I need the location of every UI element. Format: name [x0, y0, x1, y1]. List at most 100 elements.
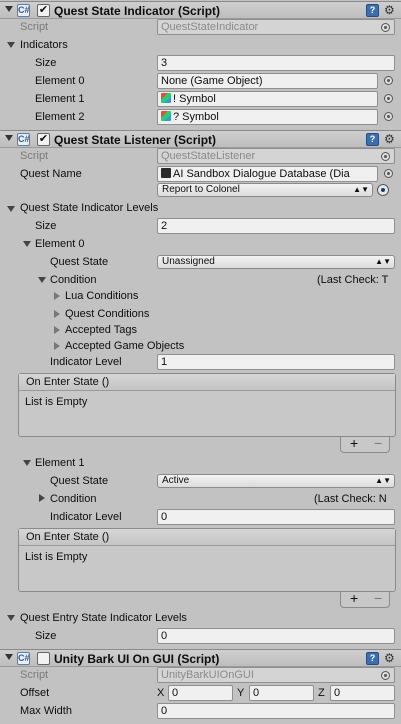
script-value: UnityBarkUIOnGUI — [161, 669, 254, 681]
component-enabled-checkbox[interactable] — [37, 652, 50, 665]
element-1-field[interactable]: ! Symbol — [157, 91, 378, 107]
entry-size-input[interactable]: 0 — [157, 628, 395, 644]
indicators-label: Indicators — [20, 39, 68, 51]
object-picker-icon[interactable] — [381, 152, 390, 161]
script-field[interactable]: QuestStateIndicator — [157, 19, 395, 35]
quest-name-dropdown[interactable]: Report to Colonel ▲▼ — [157, 183, 373, 197]
indicator-level-label: Indicator Level — [50, 511, 122, 523]
fold-down-icon[interactable] — [7, 615, 15, 621]
fold-right-icon[interactable] — [54, 310, 60, 318]
event-empty-text: List is Empty — [25, 551, 88, 563]
offset-y-input[interactable]: 0 — [249, 685, 314, 701]
object-picker-icon[interactable] — [381, 671, 390, 680]
last-check-text: (Last Check: T — [317, 274, 389, 286]
event-list-footer: + − — [340, 435, 390, 453]
quest-state-dropdown[interactable]: Unassigned ▲▼ — [157, 255, 395, 269]
script-icon: C# — [17, 652, 30, 665]
offset-z-label: Z — [318, 687, 325, 699]
quest-conditions-label[interactable]: Quest Conditions — [65, 306, 149, 322]
help-icon[interactable]: ? — [366, 652, 379, 665]
component-title: Unity Bark UI On GUI (Script) — [54, 652, 220, 666]
event-title: On Enter State () — [19, 529, 395, 546]
fold-down-icon[interactable] — [7, 42, 15, 48]
quest-state-label: Quest State — [50, 256, 109, 268]
offset-x-input[interactable]: 0 — [168, 685, 233, 701]
script-label: Script — [20, 150, 49, 162]
offset-z-input[interactable]: 0 — [330, 685, 395, 701]
add-icon[interactable]: + — [350, 590, 358, 606]
indicator-level-input[interactable]: 1 — [157, 354, 395, 370]
element-2-field[interactable]: ? Symbol — [157, 109, 378, 125]
quest-database-value: AI Sandbox Dialogue Database (Dia — [173, 168, 350, 180]
element-1-label: Element 1 — [35, 93, 85, 105]
remove-icon[interactable]: − — [374, 590, 382, 606]
accepted-game-objects-label[interactable]: Accepted Game Objects — [65, 338, 184, 354]
component-header-quest-state-listener[interactable]: C# ✔ Quest State Listener (Script) ? ⚙ — [0, 130, 401, 148]
script-value: QuestStateIndicator — [161, 21, 259, 33]
fold-right-icon[interactable] — [54, 326, 60, 334]
component-header-quest-state-indicator[interactable]: C# ✔ Quest State Indicator (Script) ? ⚙ — [0, 1, 401, 19]
fold-right-icon[interactable] — [54, 292, 60, 300]
script-field[interactable]: QuestStateListener — [157, 148, 395, 164]
element-0-field[interactable]: None (Game Object) — [157, 73, 378, 89]
fold-right-icon[interactable] — [39, 494, 45, 502]
database-icon — [161, 168, 171, 178]
gear-icon[interactable]: ⚙ — [384, 651, 395, 665]
remove-icon[interactable]: − — [374, 435, 382, 451]
fold-down-icon[interactable] — [5, 654, 13, 660]
quest-state-selected: Unassigned — [162, 256, 215, 267]
object-picker-icon[interactable] — [381, 23, 390, 32]
quest-state-label: Quest State — [50, 475, 109, 487]
component-header-unity-bark-ui[interactable]: C# Unity Bark UI On GUI (Script) ? ⚙ — [0, 649, 401, 667]
event-empty-text: List is Empty — [25, 396, 88, 408]
dropdown-arrows-icon: ▲▼ — [353, 185, 369, 194]
indicator-level-input[interactable]: 0 — [157, 509, 395, 525]
fold-down-icon[interactable] — [5, 135, 13, 141]
element-2-value: ? Symbol — [173, 111, 219, 123]
fold-down-icon[interactable] — [5, 6, 13, 12]
element-0-label: Element 0 — [35, 75, 85, 87]
fold-down-icon[interactable] — [7, 206, 15, 212]
condition-label: Condition — [50, 493, 97, 505]
quest-entry-state-indicator-levels-label: Quest Entry State Indicator Levels — [20, 612, 187, 624]
script-field[interactable]: UnityBarkUIOnGUI — [157, 667, 395, 683]
quest-state-selected: Active — [162, 475, 190, 486]
offset-label: Offset — [20, 687, 50, 699]
script-label: Script — [20, 669, 49, 681]
component-enabled-checkbox[interactable]: ✔ — [37, 133, 50, 146]
max-width-label: Max Width — [20, 705, 72, 717]
gear-icon[interactable]: ⚙ — [384, 3, 395, 17]
element-0-label: Element 0 — [35, 238, 85, 250]
max-width-input[interactable]: 0 — [157, 703, 395, 719]
quest-name-mode-toggle[interactable] — [377, 184, 389, 196]
on-enter-state-event: On Enter State () List is Empty — [18, 373, 396, 437]
add-icon[interactable]: + — [350, 435, 358, 451]
component-enabled-checkbox[interactable]: ✔ — [37, 4, 50, 17]
help-icon[interactable]: ? — [366, 133, 379, 146]
on-enter-state-event: On Enter State () List is Empty — [18, 528, 396, 592]
prefab-icon — [161, 93, 171, 103]
fold-right-icon[interactable] — [54, 342, 60, 350]
element-0-value: None (Game Object) — [161, 75, 263, 87]
accepted-tags-label[interactable]: Accepted Tags — [65, 322, 137, 338]
script-icon: C# — [17, 4, 30, 17]
dropdown-arrows-icon: ▲▼ — [375, 257, 391, 266]
levels-size-input[interactable]: 2 — [157, 218, 395, 234]
lua-conditions-label[interactable]: Lua Conditions — [65, 288, 138, 304]
prefab-icon — [161, 111, 171, 121]
fold-down-icon[interactable] — [23, 241, 31, 247]
size-input[interactable]: 3 — [157, 55, 395, 71]
quest-state-dropdown[interactable]: Active ▲▼ — [157, 474, 395, 488]
object-picker-icon[interactable] — [384, 169, 393, 178]
fold-down-icon[interactable] — [23, 460, 31, 466]
object-picker-icon[interactable] — [384, 76, 393, 85]
event-title: On Enter State () — [19, 374, 395, 391]
fold-down-icon[interactable] — [38, 277, 46, 283]
object-picker-icon[interactable] — [384, 112, 393, 121]
quest-state-indicator-levels-label: Quest State Indicator Levels — [20, 202, 159, 214]
help-icon[interactable]: ? — [366, 4, 379, 17]
offset-y-label: Y — [237, 687, 245, 699]
object-picker-icon[interactable] — [384, 94, 393, 103]
gear-icon[interactable]: ⚙ — [384, 132, 395, 146]
quest-database-field[interactable]: AI Sandbox Dialogue Database (Dia — [157, 166, 378, 182]
